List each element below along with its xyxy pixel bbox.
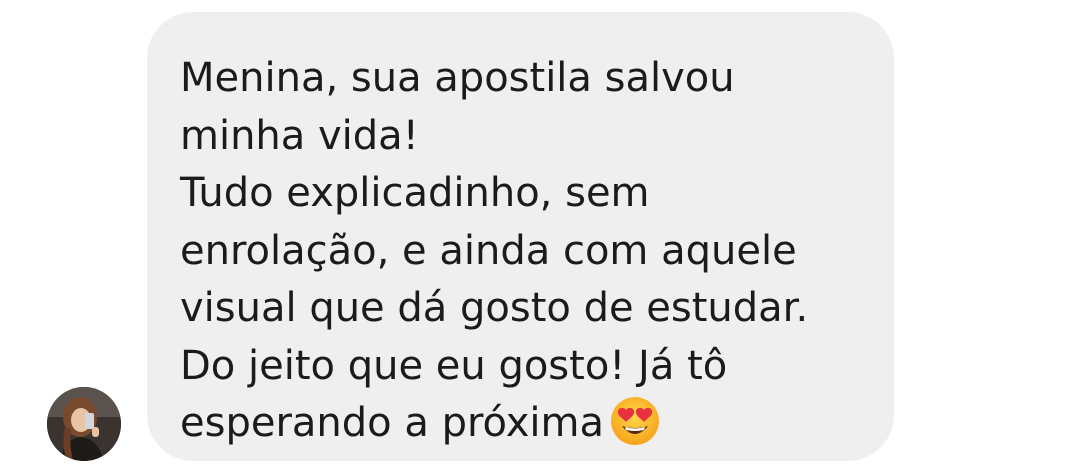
- message-line: visual que dá gosto de estudar.: [180, 285, 809, 331]
- message-line: enrolação, e ainda com aquele: [180, 227, 797, 274]
- message-line: esperando a próxima: [180, 400, 605, 446]
- message-line: Tudo explicadinho, sem: [180, 170, 650, 216]
- message-bubble[interactable]: Menina, sua apostila salvou minha vida! Tu…: [147, 12, 894, 461]
- heart-eyes-emoji-icon: [610, 396, 660, 446]
- chat-screen: Menina, sua apostila salvou minha vida! Tu…: [0, 0, 1080, 472]
- avatar[interactable]: [47, 387, 121, 461]
- message-text: Menina, sua apostila salvou minha vida! Tu…: [180, 50, 864, 453]
- message-line: minha vida!: [180, 112, 419, 159]
- message-line-last: esperando a próxima: [180, 395, 864, 453]
- profile-photo-icon: [47, 387, 121, 461]
- message-line: Menina, sua apostila salvou: [180, 55, 735, 101]
- message-line: Do jeito que eu gosto! Já tô: [180, 342, 728, 389]
